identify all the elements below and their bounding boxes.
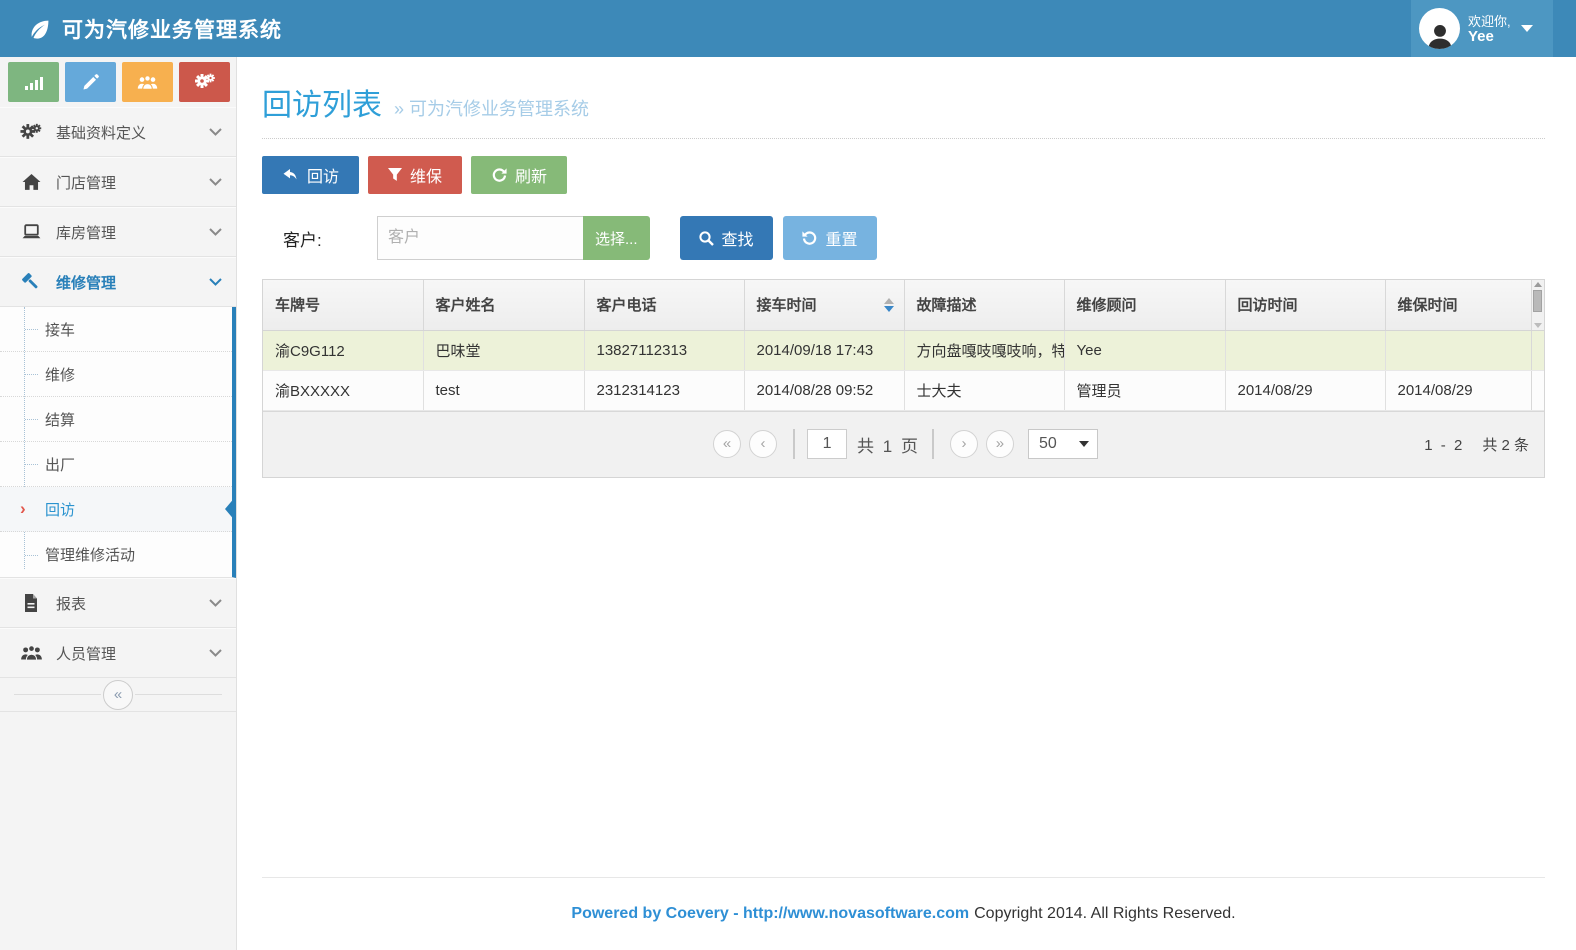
- active-flag-marker: [225, 496, 236, 522]
- users-button[interactable]: [122, 62, 173, 102]
- sidebar-item-store-management[interactable]: 门店管理: [0, 157, 236, 207]
- page-footer: Powered by Coevery - http://www.novasoft…: [262, 877, 1545, 950]
- app-header: 可为汽修业务管理系统 欢迎你,Yee: [0, 0, 1576, 57]
- refresh-button[interactable]: 刷新: [471, 156, 567, 194]
- pencil-icon: [82, 74, 99, 91]
- first-page-button[interactable]: «: [713, 430, 741, 458]
- table-row[interactable]: 渝BXXXXXtest23123141232014/08/28 09:52士大夫…: [263, 370, 1544, 410]
- return-visit-table: 车牌号 客户姓名 客户电话 接车时间 故障描述 维修顾问 回访时间 维保时间: [262, 279, 1545, 478]
- col-plate-number[interactable]: 车牌号: [263, 280, 423, 330]
- gears-icon: [195, 73, 215, 91]
- sidebar-collapse-button[interactable]: «: [0, 678, 236, 712]
- col-maintenance-time[interactable]: 维保时间: [1385, 280, 1531, 330]
- laptop-icon: [18, 224, 44, 240]
- sidebar-subitem-manage-repair-activity[interactable]: 管理维修活动: [0, 532, 232, 577]
- maintenance-button[interactable]: 维保: [368, 156, 462, 194]
- quick-toolbar: [0, 57, 236, 107]
- main-content: 回访列表 » 可为汽修业务管理系统 回访 维保 刷新 客户: 选择...: [237, 57, 1576, 950]
- powered-by-link[interactable]: Powered by Coevery - http://www.novasoft…: [571, 905, 969, 923]
- welcome-text: 欢迎你,Yee: [1468, 14, 1511, 44]
- user-menu[interactable]: 欢迎你,Yee: [1411, 0, 1553, 57]
- page-number-input[interactable]: [807, 429, 847, 459]
- gavel-icon: [18, 272, 44, 292]
- col-customer-phone[interactable]: 客户电话: [584, 280, 744, 330]
- sidebar-item-warehouse-management[interactable]: 库房管理: [0, 207, 236, 257]
- settings-button[interactable]: [179, 62, 230, 102]
- brand: 可为汽修业务管理系统: [0, 0, 282, 57]
- reset-button[interactable]: 重置: [783, 216, 877, 260]
- sidebar-item-base-data[interactable]: 基础资料定义: [0, 107, 236, 157]
- chart-bars-icon: [25, 75, 43, 90]
- sidebar-item-repair-management[interactable]: 维修管理: [0, 257, 236, 307]
- chevron-down-icon: [209, 649, 222, 657]
- record-range-label: 1 - 2共 2 条: [1424, 434, 1529, 455]
- select-customer-button[interactable]: 选择...: [583, 216, 650, 260]
- separator: [262, 138, 1545, 139]
- gears-icon: [18, 123, 44, 142]
- page-size-select[interactable]: 50: [1028, 429, 1098, 459]
- chevron-down-icon: [209, 278, 222, 286]
- reply-arrow-icon: [282, 168, 299, 182]
- breadcrumb: » 可为汽修业务管理系统: [394, 95, 589, 121]
- action-bar: 回访 维保 刷新: [262, 156, 1545, 194]
- prev-page-button[interactable]: ‹: [749, 430, 777, 458]
- filter-bar: 客户: 选择... 查找 重置: [262, 216, 1545, 260]
- sidebar-subitem-settlement[interactable]: 结算: [0, 397, 232, 442]
- col-receive-time[interactable]: 接车时间: [744, 280, 904, 330]
- sidebar-subitem-return-visit[interactable]: › 回访: [0, 487, 232, 532]
- chart-bars-button[interactable]: [8, 62, 59, 102]
- app-title: 可为汽修业务管理系统: [62, 14, 282, 44]
- col-service-advisor[interactable]: 维修顾问: [1064, 280, 1225, 330]
- sort-icon[interactable]: [884, 298, 894, 312]
- chevron-down-icon: [1079, 441, 1089, 447]
- pencil-button[interactable]: [65, 62, 116, 102]
- avatar: [1419, 8, 1460, 49]
- return-visit-button[interactable]: 回访: [262, 156, 359, 194]
- chevron-down-icon: [209, 178, 222, 186]
- grid-scrollbar[interactable]: [1531, 280, 1544, 330]
- sidebar-item-personnel-management[interactable]: 人员管理: [0, 628, 236, 678]
- collapse-icon: «: [103, 680, 133, 710]
- total-pages-label: 共 1 页: [857, 432, 920, 457]
- chevron-down-icon: [209, 128, 222, 136]
- leaf-logo-icon: [28, 17, 52, 41]
- repair-submenu: 接车 维修 结算 出厂 › 回访 管理维修活动: [0, 307, 236, 578]
- refresh-icon: [491, 168, 507, 183]
- pagination-bar: « ‹ 共 1 页 › » 50 1 - 2共 2 条: [263, 411, 1544, 477]
- chevron-down-icon: [1521, 25, 1533, 32]
- col-customer-name[interactable]: 客户姓名: [423, 280, 584, 330]
- sidebar-subitem-receive-car[interactable]: 接车: [0, 307, 232, 352]
- active-arrow-icon: ›: [20, 499, 26, 519]
- sidebar-subitem-repair[interactable]: 维修: [0, 352, 232, 397]
- home-icon: [18, 174, 44, 191]
- sidebar-subitem-leave-factory[interactable]: 出厂: [0, 442, 232, 487]
- table-row[interactable]: 渝C9G112巴味堂138271123132014/09/18 17:43方向盘…: [263, 330, 1544, 370]
- chevron-down-icon: [209, 228, 222, 236]
- sidebar-item-reports[interactable]: 报表: [0, 578, 236, 628]
- file-icon: [18, 594, 44, 612]
- last-page-button[interactable]: »: [986, 430, 1014, 458]
- search-icon: [699, 231, 714, 246]
- filter-funnel-icon: [388, 168, 402, 182]
- copyright-text: Copyright 2014. All Rights Reserved.: [974, 905, 1235, 923]
- undo-icon: [802, 231, 818, 246]
- col-fault-description[interactable]: 故障描述: [904, 280, 1064, 330]
- customer-input[interactable]: [377, 216, 583, 260]
- chevron-down-icon: [209, 599, 222, 607]
- search-button[interactable]: 查找: [680, 216, 773, 260]
- col-return-visit-time[interactable]: 回访时间: [1225, 280, 1385, 330]
- page-title: 回访列表: [262, 80, 382, 124]
- users-icon: [18, 645, 44, 661]
- sidebar: 基础资料定义 门店管理 库房管理 维修管理 接车 维修: [0, 57, 237, 950]
- customer-label: 客户:: [262, 226, 377, 251]
- table-header-row: 车牌号 客户姓名 客户电话 接车时间 故障描述 维修顾问 回访时间 维保时间: [263, 280, 1544, 330]
- users-icon: [137, 75, 158, 90]
- next-page-button[interactable]: ›: [950, 430, 978, 458]
